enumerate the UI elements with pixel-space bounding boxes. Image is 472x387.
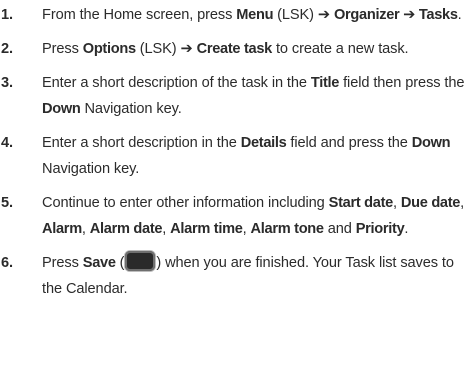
step-text: Press Options (LSK) ➔ Create task to cre… xyxy=(42,41,409,57)
step-number: 3. xyxy=(1,75,13,91)
step-text: Enter a short description in the Details… xyxy=(42,135,451,177)
step-text: From the Home screen, press Menu (LSK) ➔… xyxy=(42,7,462,23)
step-number: 5. xyxy=(1,195,13,211)
step-number: 2. xyxy=(1,41,13,57)
step-number: 1. xyxy=(1,7,13,23)
step-5: 5. Continue to enter other information i… xyxy=(0,190,468,242)
step-text: Press Save () when you are finished. You… xyxy=(42,251,454,297)
save-key-icon xyxy=(125,251,156,272)
task-steps-list: 1. From the Home screen, press Menu (LSK… xyxy=(0,2,468,310)
step-text: Enter a short description of the task in… xyxy=(42,75,465,117)
step-4: 4. Enter a short description in the Deta… xyxy=(0,130,468,182)
step-3: 3. Enter a short description of the task… xyxy=(0,70,468,122)
step-2: 2. Press Options (LSK) ➔ Create task to … xyxy=(0,36,468,62)
step-6: 6. Press Save () when you are finished. … xyxy=(0,250,468,302)
step-number: 6. xyxy=(1,255,13,271)
step-1: 1. From the Home screen, press Menu (LSK… xyxy=(0,2,468,28)
step-number: 4. xyxy=(1,135,13,151)
step-text: Continue to enter other information incl… xyxy=(42,195,465,237)
